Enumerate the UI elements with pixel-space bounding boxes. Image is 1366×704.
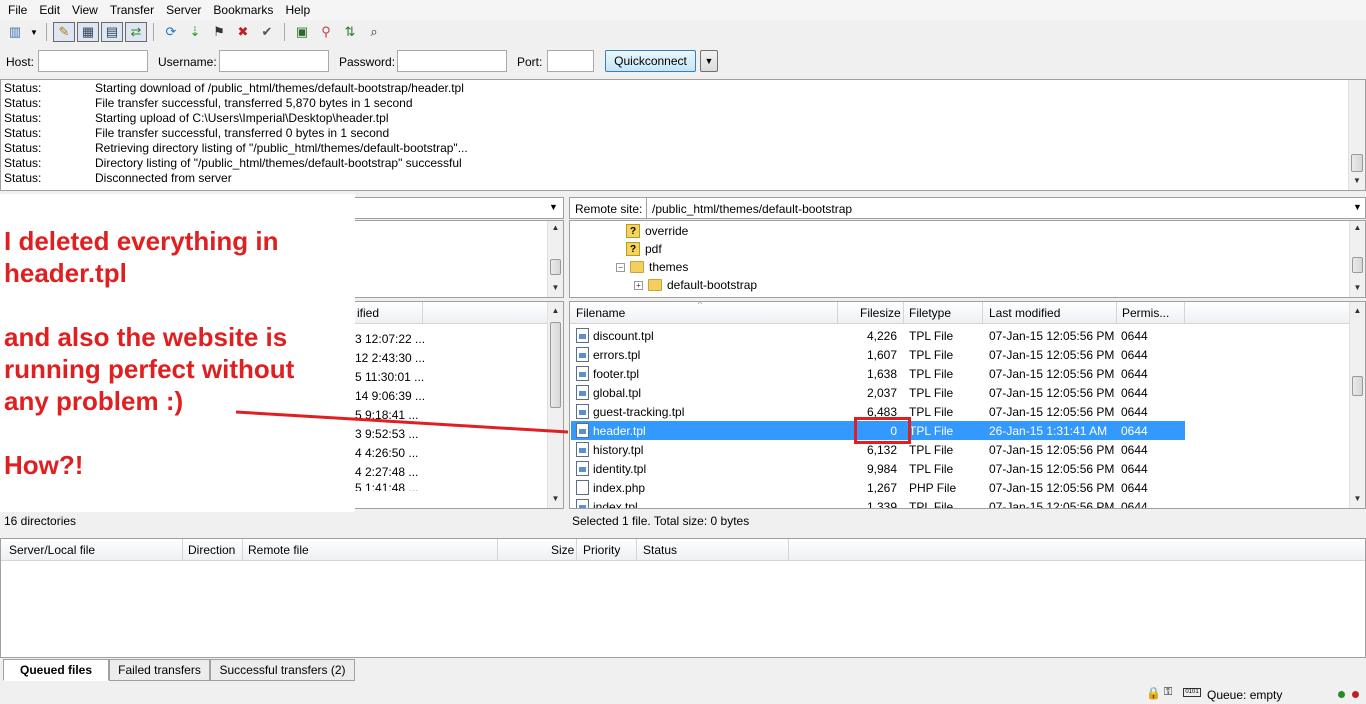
queue-col-priority[interactable]: Priority — [583, 543, 620, 557]
tab-queued-files[interactable]: Queued files — [3, 659, 109, 681]
arrow-line — [235, 410, 569, 434]
column-separator — [242, 539, 243, 561]
binary-mode-icon: 0101 — [1183, 688, 1201, 697]
queue-col-server-local[interactable]: Server/Local file — [9, 543, 95, 557]
column-separator — [636, 539, 637, 561]
queue-header: Server/Local file Direction Remote file … — [1, 539, 1365, 561]
status-bar: 🔒 ⚿ 0101 Queue: empty — [0, 684, 1366, 704]
queue-tabs: Queued files Failed transfers Successful… — [0, 659, 1366, 681]
send-indicator-icon — [1352, 691, 1359, 698]
column-separator — [497, 539, 498, 561]
column-separator — [182, 539, 183, 561]
queue-col-size[interactable]: Size — [551, 543, 574, 557]
transfer-queue[interactable]: Server/Local file Direction Remote file … — [0, 538, 1366, 658]
recv-indicator-icon — [1338, 691, 1345, 698]
tab-successful-transfers[interactable]: Successful transfers (2) — [210, 659, 355, 681]
tab-failed-transfers[interactable]: Failed transfers — [109, 659, 210, 681]
queue-col-status[interactable]: Status — [643, 543, 677, 557]
queue-col-direction[interactable]: Direction — [188, 543, 235, 557]
lock-icon: 🔒 — [1146, 686, 1161, 700]
column-separator — [576, 539, 577, 561]
queue-status: Queue: empty — [1207, 688, 1283, 702]
key-icon: ⚿ — [1164, 686, 1173, 698]
column-separator — [788, 539, 789, 561]
queue-col-remote[interactable]: Remote file — [248, 543, 309, 557]
